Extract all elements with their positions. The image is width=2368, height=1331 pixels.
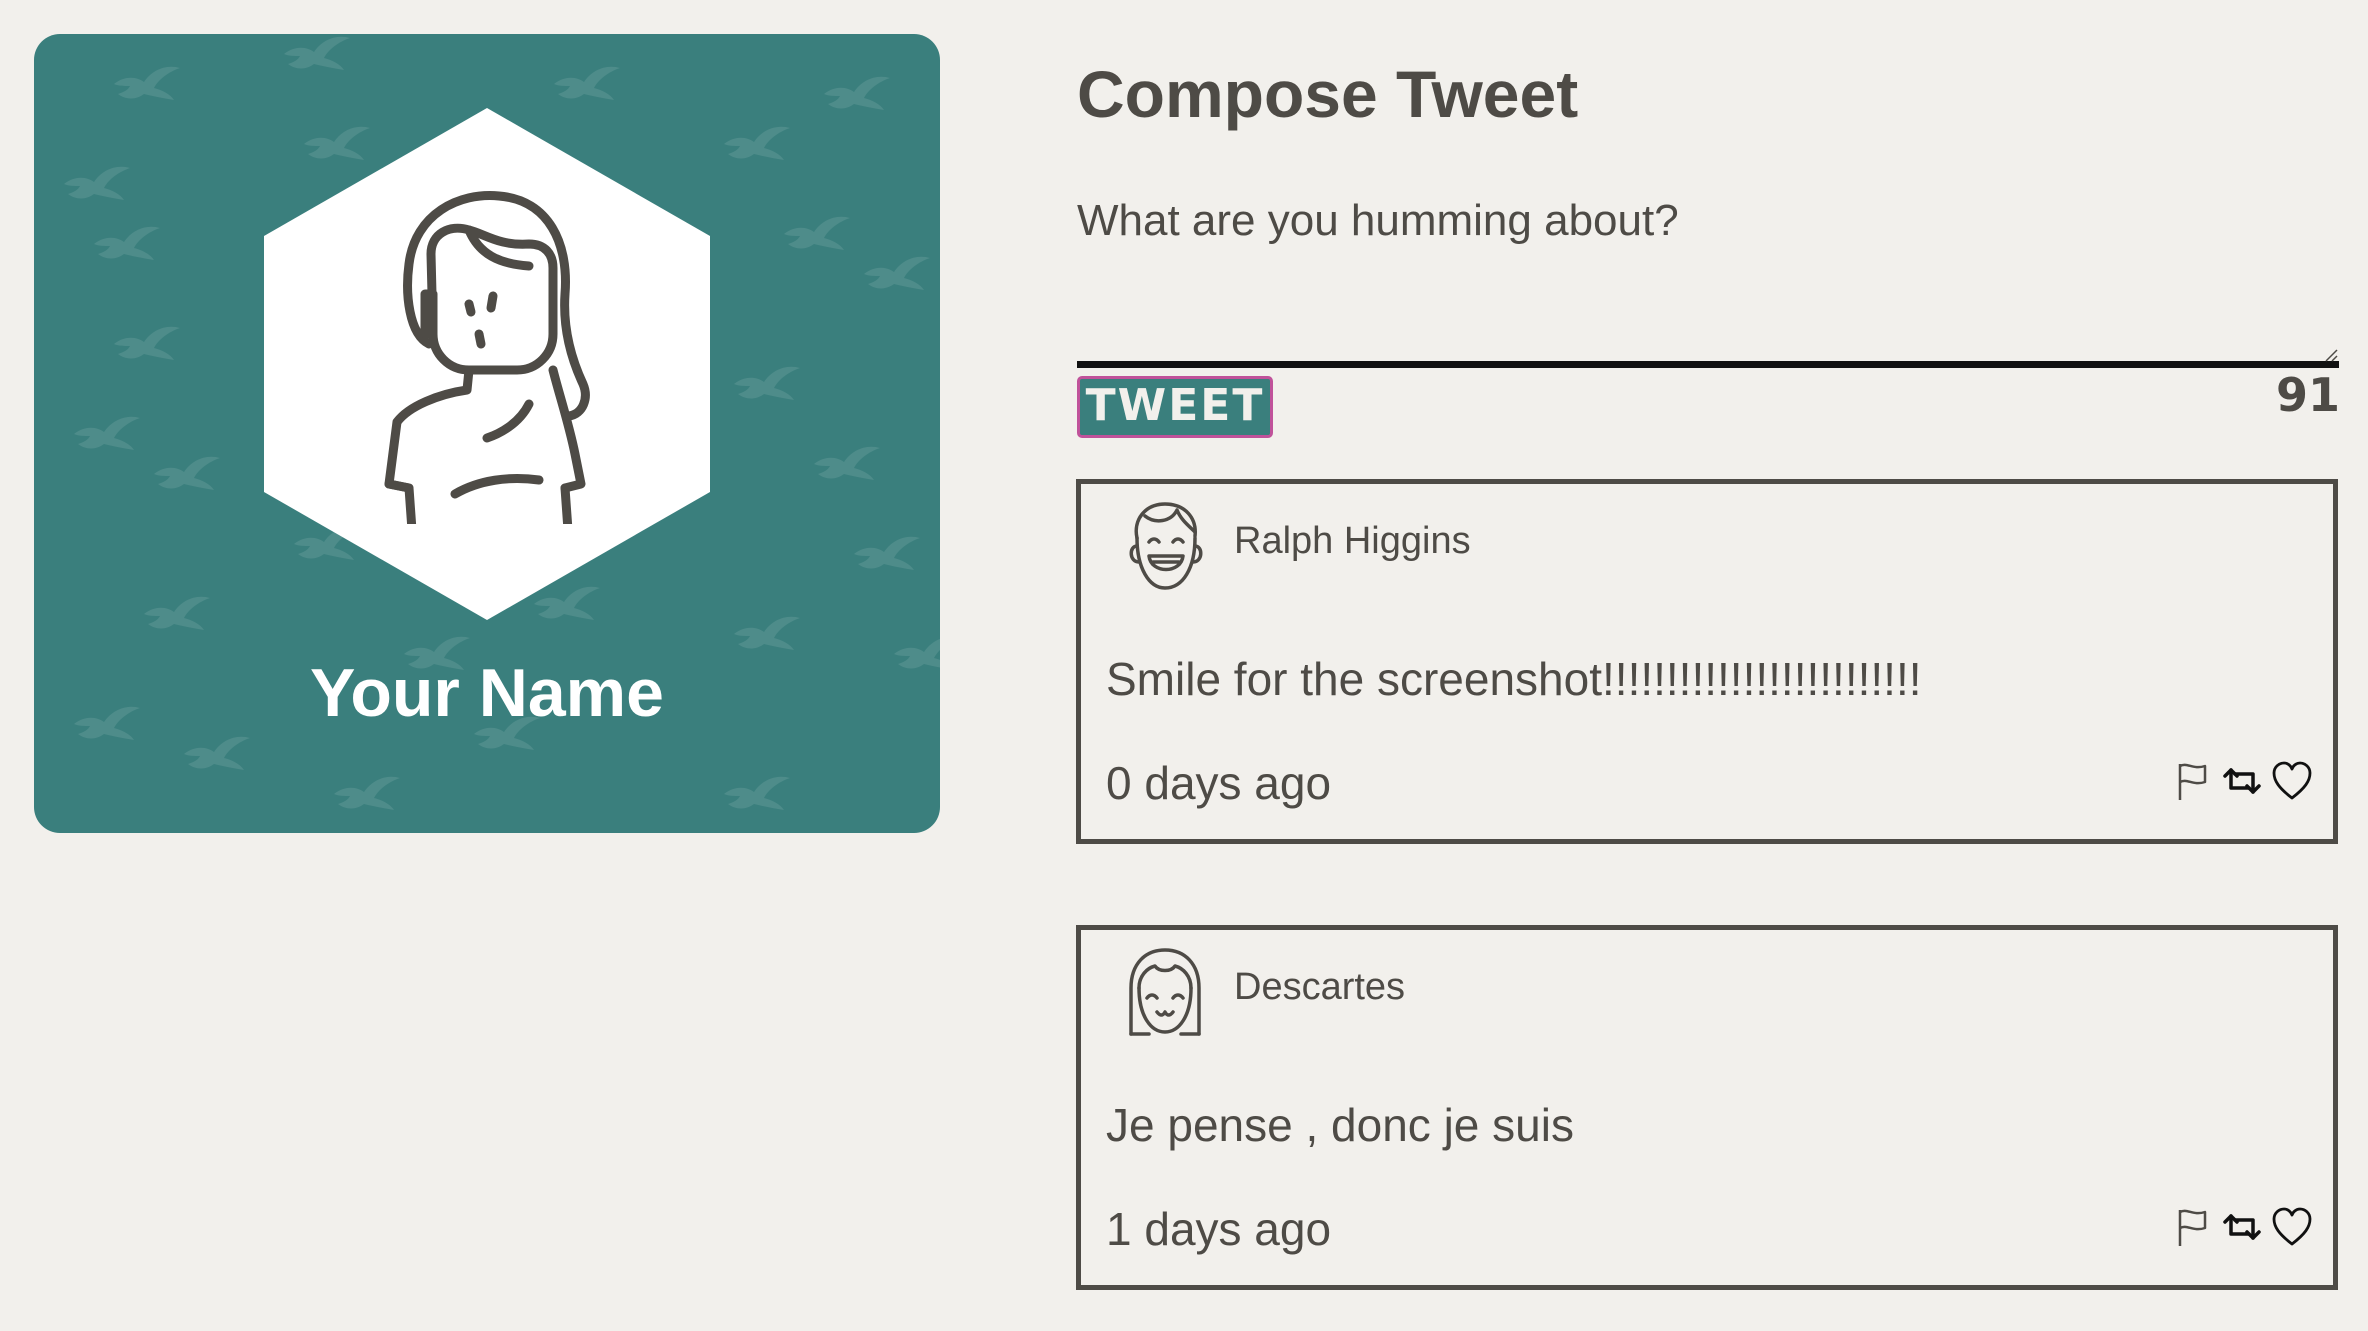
compose-tweet-input[interactable] [1077, 190, 2339, 368]
compose-title: Compose Tweet [1077, 57, 1579, 131]
flag-icon[interactable] [2171, 760, 2213, 802]
character-counter: 91 [2275, 368, 2340, 422]
flag-icon[interactable] [2171, 1206, 2213, 1248]
laughing-boy-avatar-icon [1129, 502, 1203, 590]
tweet-actions [2171, 1206, 2313, 1248]
tweet-card: Ralph Higgins Smile for the screenshot!!… [1076, 479, 2338, 844]
user-avatar-icon [384, 191, 590, 524]
tweet-content: Smile for the screenshot!!!!!!!!!!!!!!!!… [1106, 653, 1922, 705]
profile-name: Your Name [310, 655, 664, 731]
tweet-content: Je pense , donc je suis [1106, 1099, 1574, 1151]
tweet-actions [2171, 760, 2313, 802]
smiling-girl-avatar-icon [1129, 948, 1201, 1036]
heart-icon[interactable] [2271, 1206, 2313, 1248]
retweet-icon[interactable] [2221, 1206, 2263, 1248]
tweet-timestamp: 1 days ago [1106, 1203, 1332, 1255]
page: Your Name Compose Tweet TWEET 91 Ralph H… [0, 0, 2368, 1331]
profile-card: Your Name [34, 34, 940, 833]
tweet-author[interactable]: Descartes [1234, 966, 1405, 1009]
retweet-icon[interactable] [2221, 760, 2263, 802]
tweet-author[interactable]: Ralph Higgins [1234, 520, 1471, 563]
tweet-timestamp: 0 days ago [1106, 757, 1332, 809]
tweet-card: Descartes Je pense , donc je suis 1 days… [1076, 925, 2338, 1290]
tweet-button[interactable]: TWEET [1077, 376, 1273, 438]
heart-icon[interactable] [2271, 760, 2313, 802]
resize-grip-icon[interactable] [2322, 346, 2338, 362]
